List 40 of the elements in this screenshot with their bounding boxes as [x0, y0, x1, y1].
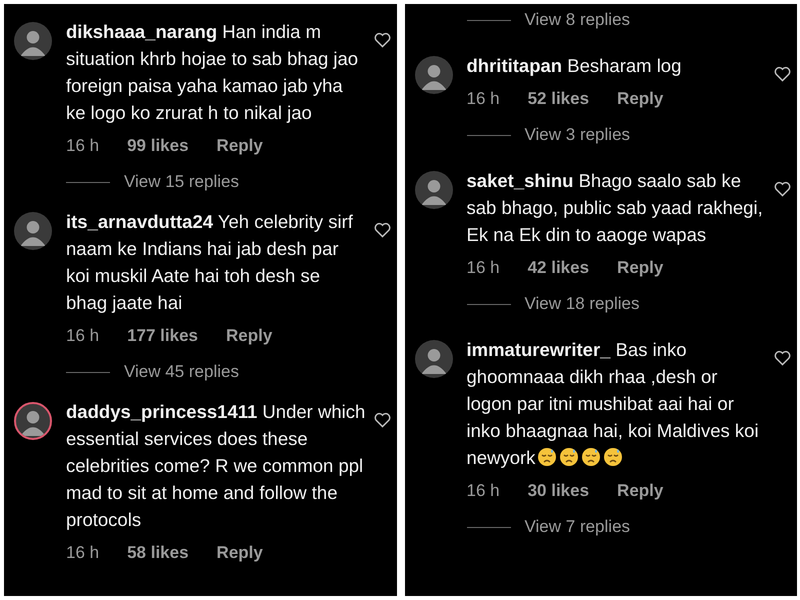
comment-time: 16 h [66, 136, 100, 156]
likes-count[interactable]: 52 likes [528, 89, 590, 109]
comment-text: dikshaaa_narang Han india m situation khrb hojae to sab bhag jao foreign paisa yaha kamao jab yha ke logo ko zrurat h to nikal jao [66, 20, 360, 125]
reply-link[interactable]: Reply [617, 258, 664, 278]
reply-link[interactable]: Reply [216, 543, 263, 563]
heart-icon[interactable] [774, 350, 791, 367]
view-replies-link[interactable]: View 45 replies [124, 362, 239, 382]
heart-icon[interactable] [774, 181, 791, 198]
comment-time: 16 h [466, 89, 500, 109]
heart-icon[interactable] [374, 222, 390, 239]
comment-text: saket_shinu Bhago saalo sab ke sab bhago, public sab yaad rakhegi, Ek na Ek din to aaoge wapas [466, 169, 764, 247]
sweat-face-icon [559, 447, 580, 467]
heart-icon[interactable] [774, 66, 791, 83]
comment-time: 16 h [66, 543, 100, 563]
reply-link[interactable]: Reply [617, 89, 664, 109]
sweat-face-icon [537, 447, 558, 467]
likes-count[interactable]: 42 likes [528, 258, 590, 278]
heart-icon[interactable] [374, 32, 390, 49]
view-replies-link[interactable]: View 15 replies [124, 172, 239, 192]
likes-count[interactable]: 30 likes [528, 481, 590, 501]
view-replies-link[interactable]: View 3 replies [524, 125, 630, 145]
comment-text: dhrititapan Besharam log [466, 54, 682, 78]
heart-icon[interactable] [374, 412, 390, 429]
likes-count[interactable]: 99 likes [127, 136, 189, 156]
comment-text: its_arnavdutta24 Yeh celebrity sirf naam ke Indians hai jab desh par koi muskil Aate hai toh desh se bhag jaate hai [66, 210, 354, 315]
reply-link[interactable]: Reply [226, 326, 272, 346]
comment-time: 16 h [466, 258, 500, 278]
reply-link[interactable]: Reply [216, 136, 263, 156]
view-replies-link[interactable]: View 18 replies [524, 294, 640, 314]
comment-time: 16 h [66, 326, 100, 346]
comment-text: immaturewriter_ Bas inko ghoomnaaa dikh rhaa ,desh or logon par itni mushibat aai hai or inko bhaagnaa hai, koi Maldives koi newyork [466, 338, 760, 470]
comment-time: 16 h [466, 481, 500, 501]
sweat-face-icon [581, 447, 602, 467]
likes-count[interactable]: 177 likes [127, 326, 198, 346]
view-replies-link[interactable]: View 7 replies [524, 517, 630, 537]
comment-text: daddys_princess1411 Under which essential services does these celebrities come? R we common ppl mad to sit at home and follow the protocols [66, 400, 366, 532]
view-replies-link[interactable]: View 8 replies [524, 10, 630, 30]
sweat-face-icon [603, 447, 624, 467]
likes-count[interactable]: 58 likes [127, 543, 189, 563]
reply-link[interactable]: Reply [617, 481, 664, 501]
